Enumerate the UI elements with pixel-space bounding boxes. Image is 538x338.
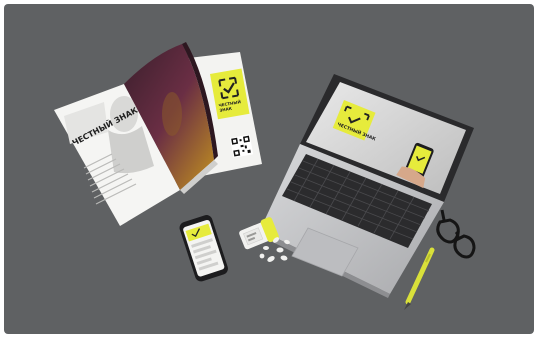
- qr-code: [230, 134, 254, 158]
- laptop: ЧЕСТНЫЙ ЗНАК: [256, 74, 474, 298]
- photo-scene: ЧЕСТНЫЙ ЗНАК ЧЕСТНЫЙ ЗНАК ЧЕСТНЫЙ ЗНАК: [4, 4, 534, 334]
- glasses: [436, 209, 476, 259]
- smartphone: [179, 215, 228, 282]
- magazine-spread: ЧЕСТНЫЙ ЗНАК: [54, 42, 218, 226]
